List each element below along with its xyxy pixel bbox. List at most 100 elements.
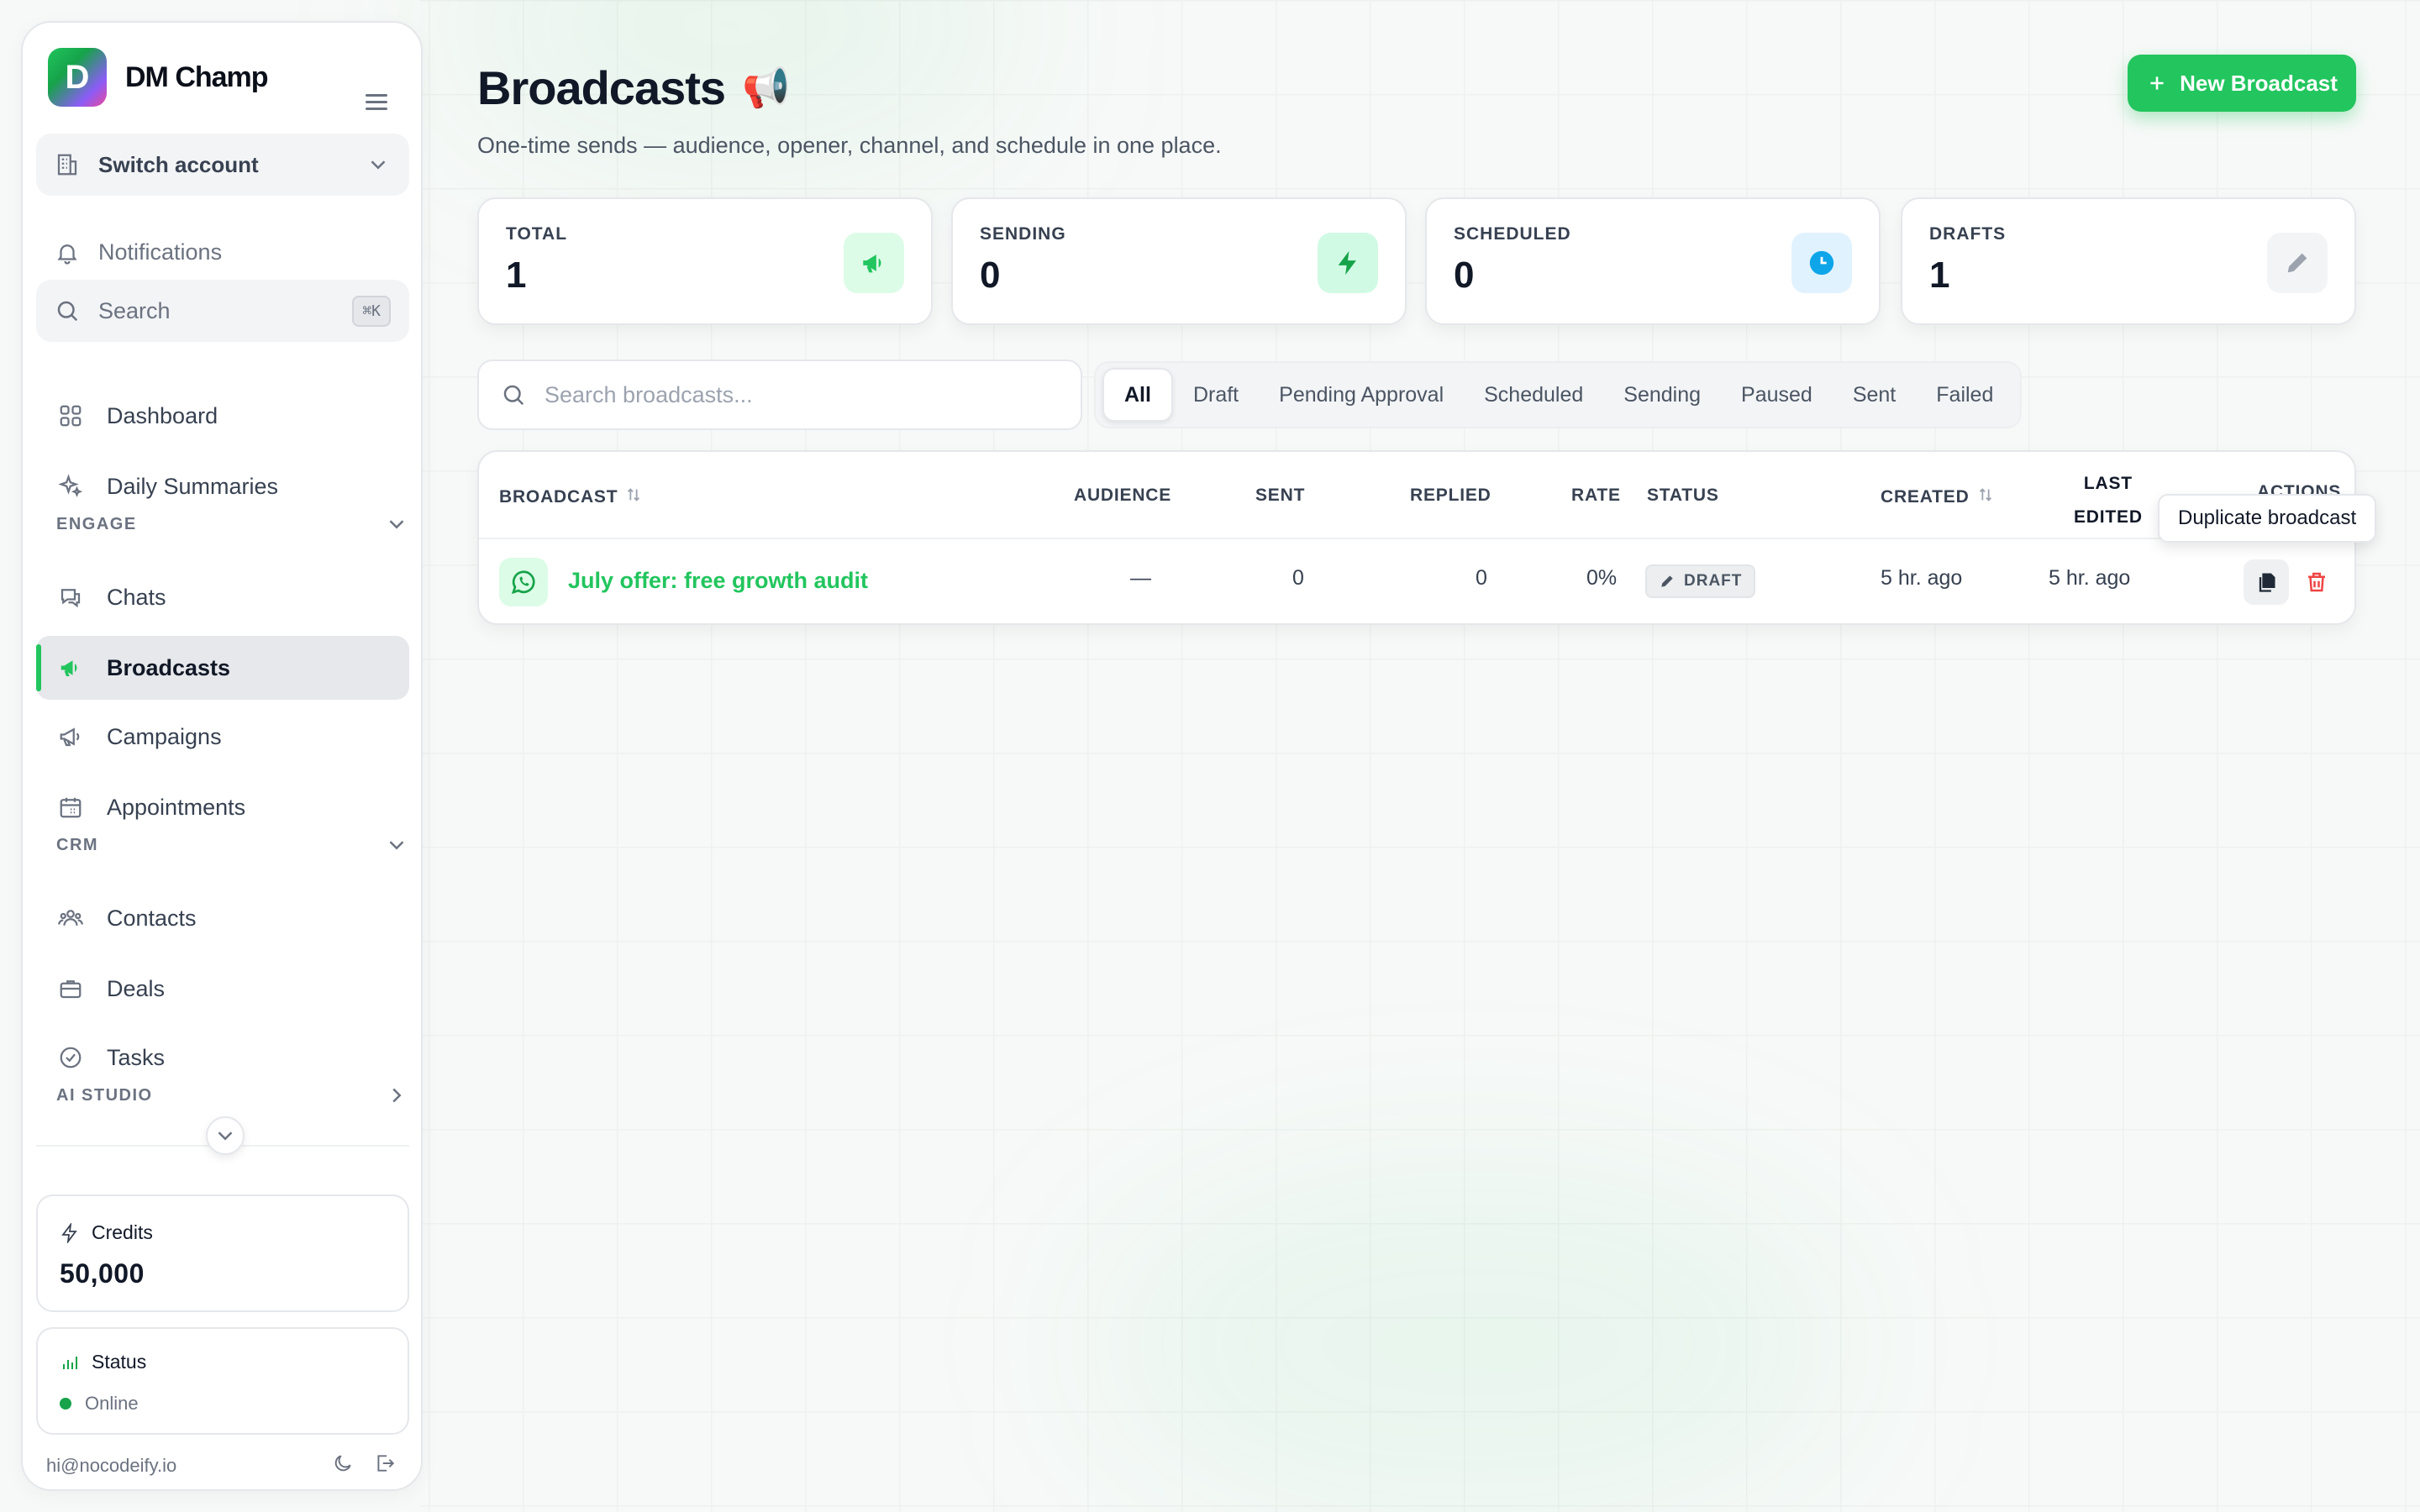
scroll-down-button[interactable] bbox=[206, 1116, 245, 1155]
calendar-icon bbox=[58, 795, 83, 820]
grid-icon bbox=[58, 403, 83, 428]
section-engage[interactable]: ENGAGE bbox=[56, 512, 409, 537]
whatsapp-icon bbox=[499, 558, 548, 606]
new-broadcast-button[interactable]: New Broadcast bbox=[2128, 55, 2356, 112]
created-cell: 5 hr. ago bbox=[1881, 566, 1963, 590]
table-row[interactable]: July offer: free growth audit — 0 0 0% D… bbox=[479, 539, 2354, 625]
page-subtitle: One-time sends — audience, opener, chann… bbox=[477, 133, 1222, 158]
users-icon bbox=[58, 906, 83, 931]
sidebar-item-dashboard[interactable]: Dashboard bbox=[36, 384, 409, 448]
broadcasts-table: BROADCAST AUDIENCE SENT REPLIED RATE STA… bbox=[477, 450, 2356, 625]
app-logo: D bbox=[48, 48, 107, 107]
sidebar-item-label: Tasks bbox=[107, 1044, 166, 1070]
column-header-sent: SENT bbox=[1255, 486, 1306, 505]
column-header-broadcast[interactable]: BROADCAST bbox=[499, 486, 643, 509]
app-name: DM Champ bbox=[125, 60, 269, 93]
section-label: ENGAGE bbox=[56, 514, 137, 533]
sidebar-search[interactable]: Search ⌘K bbox=[36, 280, 409, 342]
column-header-label: EDITED bbox=[2074, 507, 2143, 527]
broadcast-search[interactable] bbox=[477, 360, 1082, 430]
last-edited-cell: 5 hr. ago bbox=[2049, 566, 2131, 590]
column-header-created[interactable]: CREATED bbox=[1881, 486, 1995, 509]
bell-icon bbox=[55, 240, 80, 265]
status-line: Online bbox=[60, 1393, 139, 1415]
filter-tab-sending[interactable]: Sending bbox=[1603, 368, 1721, 422]
sidebar-item-label: Daily Summaries bbox=[107, 473, 279, 499]
sidebar-item-contacts[interactable]: Contacts bbox=[36, 886, 409, 950]
background-glow bbox=[1092, 1176, 1849, 1512]
section-label: CRM bbox=[56, 835, 99, 854]
duplicate-tooltip: Duplicate broadcast bbox=[2158, 494, 2377, 543]
replied-cell: 0 bbox=[1476, 566, 1487, 590]
column-header-status: STATUS bbox=[1647, 486, 1719, 505]
pencil-icon bbox=[2267, 233, 2328, 293]
stat-value: 0 bbox=[980, 255, 1001, 296]
delete-button[interactable] bbox=[2304, 570, 2329, 599]
status-badge-label: DRAFT bbox=[1684, 572, 1743, 590]
logout-icon[interactable] bbox=[374, 1452, 396, 1474]
stat-card-scheduled: SCHEDULED 0 bbox=[1425, 197, 1881, 325]
switch-account-button[interactable]: Switch account bbox=[36, 134, 409, 196]
check-circle-icon bbox=[58, 1045, 83, 1070]
status-card: Status Online bbox=[36, 1327, 409, 1435]
column-header-audience: AUDIENCE bbox=[1074, 486, 1172, 505]
search-icon bbox=[501, 382, 526, 407]
sidebar-item-appointments[interactable]: Appointments bbox=[36, 775, 409, 839]
sidebar-item-daily-summaries[interactable]: Daily Summaries bbox=[36, 454, 409, 518]
notifications-link[interactable]: Notifications bbox=[55, 239, 222, 265]
filter-tab-all[interactable]: All bbox=[1102, 368, 1173, 422]
rate-cell: 0% bbox=[1586, 566, 1618, 590]
sidebar-item-label: Chats bbox=[107, 584, 166, 610]
filter-tab-sent[interactable]: Sent bbox=[1833, 368, 1916, 422]
status-label: Status bbox=[92, 1351, 147, 1373]
notifications-label: Notifications bbox=[98, 239, 223, 265]
filter-tab-paused[interactable]: Paused bbox=[1721, 368, 1833, 422]
switch-account-label: Switch account bbox=[98, 151, 259, 177]
sidebar-item-deals[interactable]: Deals bbox=[36, 957, 409, 1021]
chat-icon bbox=[58, 585, 83, 610]
building-icon bbox=[55, 152, 80, 177]
sidebar-item-chats[interactable]: Chats bbox=[36, 565, 409, 629]
filter-tab-draft[interactable]: Draft bbox=[1173, 368, 1259, 422]
chevron-down-icon bbox=[213, 1123, 238, 1148]
credits-card: Credits 50,000 bbox=[36, 1194, 409, 1312]
column-header-last-edited[interactable]: LAST EDITED bbox=[2074, 470, 2143, 531]
sidebar-item-tasks[interactable]: Tasks bbox=[36, 1026, 409, 1089]
brand[interactable]: D DM Champ bbox=[48, 48, 269, 107]
column-header-rate: RATE bbox=[1571, 486, 1621, 505]
chevron-down-icon bbox=[366, 152, 391, 177]
stat-label: TOTAL bbox=[506, 224, 568, 244]
stat-label: SENDING bbox=[980, 224, 1066, 244]
megaphone-outline-icon bbox=[58, 724, 83, 749]
sidebar-item-label: Appointments bbox=[107, 794, 246, 820]
duplicate-button[interactable] bbox=[2244, 559, 2289, 605]
section-label: AI STUDIO bbox=[56, 1085, 153, 1105]
filter-tab-failed[interactable]: Failed bbox=[1916, 368, 2013, 422]
menu-icon[interactable] bbox=[366, 90, 387, 114]
footer-actions bbox=[332, 1452, 396, 1474]
column-header-replied: REPLIED bbox=[1410, 486, 1491, 505]
stat-value: 0 bbox=[1454, 255, 1475, 296]
section-crm[interactable]: CRM bbox=[56, 832, 409, 858]
pencil-icon bbox=[1661, 575, 1673, 587]
status-header: Status bbox=[60, 1351, 146, 1373]
search-icon bbox=[55, 298, 80, 323]
broadcast-name-link[interactable]: July offer: free growth audit bbox=[568, 568, 868, 594]
megaphone-icon bbox=[844, 233, 904, 293]
column-header-label: CREATED bbox=[1881, 487, 1970, 507]
filter-tab-pending-approval[interactable]: Pending Approval bbox=[1259, 368, 1464, 422]
page-header: Broadcasts 📢 bbox=[477, 60, 790, 115]
credits-label: Credits bbox=[92, 1221, 153, 1243]
status-badge: DRAFT bbox=[1645, 564, 1756, 598]
sent-cell: 0 bbox=[1292, 566, 1304, 590]
moon-icon[interactable] bbox=[332, 1452, 354, 1474]
sidebar-item-campaigns[interactable]: Campaigns bbox=[36, 705, 409, 769]
sidebar-item-broadcasts[interactable]: Broadcasts bbox=[36, 636, 409, 700]
broadcast-search-input[interactable] bbox=[544, 381, 1049, 408]
stat-card-total: TOTAL 1 bbox=[477, 197, 933, 325]
status-value: Online bbox=[85, 1393, 139, 1414]
sidebar: D DM Champ Switch account Notifications … bbox=[21, 21, 423, 1491]
section-ai-studio[interactable]: AI STUDIO bbox=[56, 1083, 409, 1108]
stat-card-sending: SENDING 0 bbox=[951, 197, 1407, 325]
filter-tab-scheduled[interactable]: Scheduled bbox=[1464, 368, 1603, 422]
